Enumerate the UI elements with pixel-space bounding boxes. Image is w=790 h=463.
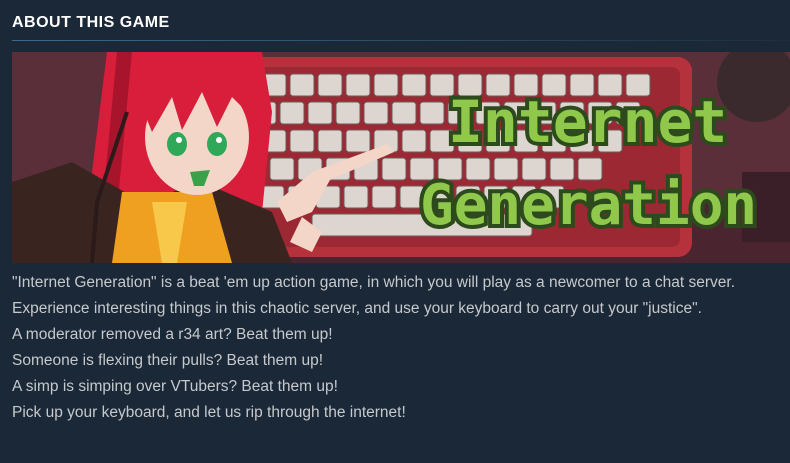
keyboard-key [269, 157, 295, 181]
keyboard-key [289, 129, 315, 153]
keyboard-key [363, 101, 389, 125]
description-line-simp: A simp is simping over VTubers? Beat the… [12, 378, 338, 395]
keyboard-key [317, 129, 343, 153]
keyboard-key [401, 129, 427, 153]
description-line-pulls: Someone is flexing their pulls? Beat the… [12, 352, 324, 369]
keyboard-key [279, 101, 305, 125]
keyboard-key [381, 157, 407, 181]
game-banner-image: Internet Internet Generation Generation [12, 52, 790, 263]
keyboard-key [289, 73, 315, 97]
keyboard-key [345, 73, 371, 97]
banner-artwork: Internet Internet Generation Generation [12, 52, 790, 263]
about-this-game-section: ABOUT THIS GAME Internet Internet Genera… [0, 0, 790, 463]
keyboard-key [317, 73, 343, 97]
keyboard-key [345, 129, 371, 153]
keyboard-key [419, 101, 445, 125]
heading-divider [12, 40, 790, 41]
game-description: "Internet Generation" is a beat 'em up a… [12, 270, 782, 426]
description-line-keyboard: Pick up your keyboard, and let us rip th… [12, 404, 406, 421]
keyboard-key [307, 101, 333, 125]
keyboard-key [391, 101, 417, 125]
keyboard-key [401, 73, 427, 97]
description-intro: "Internet Generation" is a beat 'em up a… [12, 274, 736, 317]
keyboard-key [373, 73, 399, 97]
keyboard-key [343, 185, 369, 209]
title-logo-line2: Generation [420, 173, 757, 238]
section-heading: ABOUT THIS GAME [12, 14, 170, 31]
title-logo-line1: Internet [448, 88, 727, 156]
keyboard-key [335, 101, 361, 125]
description-line-moderator: A moderator removed a r34 art? Beat them… [12, 326, 333, 343]
keyboard-key [371, 185, 397, 209]
